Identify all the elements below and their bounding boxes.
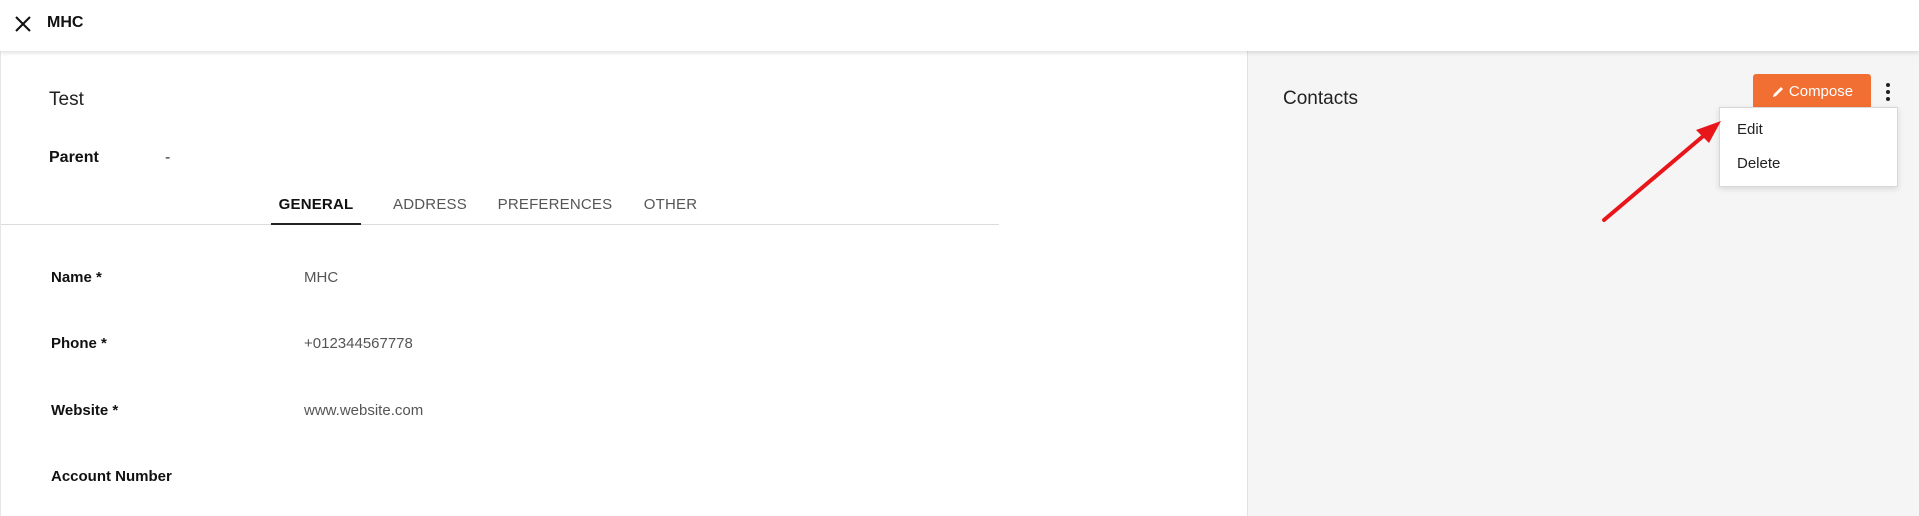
compose-label: Compose	[1788, 83, 1854, 100]
parent-value: -	[165, 149, 171, 166]
vertical-dots-icon	[1886, 83, 1890, 87]
tab-other[interactable]: OTHER	[637, 184, 704, 225]
pencil-icon	[1772, 86, 1783, 97]
tab-address[interactable]: ADDRESS	[388, 184, 472, 225]
website-label: Website *	[51, 402, 119, 419]
window-title: MHC	[47, 14, 84, 31]
compose-button[interactable]: Compose	[1753, 74, 1871, 109]
menu-item-delete[interactable]: Delete	[1737, 155, 1780, 172]
website-value: www.website.com	[304, 402, 424, 419]
top-bar: MHC	[0, 0, 1919, 51]
menu-item-edit[interactable]: Edit	[1737, 121, 1763, 138]
account-number-label: Account Number	[51, 468, 172, 485]
parent-label: Parent	[49, 149, 99, 166]
tab-bar: GENERAL ADDRESS PREFERENCES OTHER	[1, 184, 999, 225]
record-title: Test	[49, 89, 84, 110]
close-button[interactable]	[10, 11, 36, 37]
tab-preferences[interactable]: PREFERENCES	[497, 184, 613, 225]
more-options-menu: Edit Delete	[1719, 107, 1898, 187]
name-value: MHC	[304, 269, 339, 286]
phone-label: Phone *	[51, 335, 107, 352]
close-icon	[15, 16, 31, 32]
name-label: Name *	[51, 269, 102, 286]
contacts-title: Contacts	[1283, 88, 1358, 109]
tab-general[interactable]: GENERAL	[271, 184, 361, 225]
more-options-button[interactable]	[1878, 77, 1898, 107]
phone-value: +012344567778	[304, 335, 413, 352]
record-detail-panel: Test Parent - GENERAL ADDRESS PREFERENCE…	[0, 51, 1248, 516]
